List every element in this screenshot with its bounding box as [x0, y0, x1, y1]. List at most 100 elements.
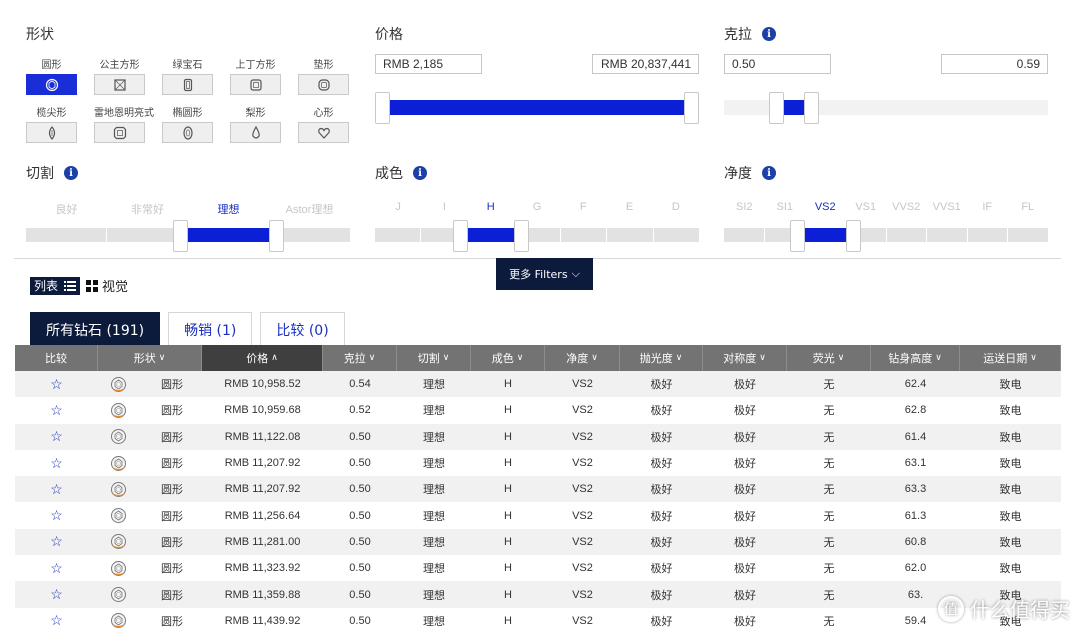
cell-compare[interactable]: ☆ [15, 608, 98, 631]
table-row[interactable]: ☆ 圆形 RMB 11,281.00 0.50 理想 H VS2 极好 极好 无 60.8 致电 [15, 528, 1061, 556]
column-header-symmetry[interactable]: 对称度 ∨ [703, 345, 787, 371]
shape-button[interactable] [298, 122, 349, 143]
cell-compare[interactable]: ☆ [15, 371, 98, 397]
shape-option[interactable]: 梨形 [230, 107, 281, 143]
cut-info-icon[interactable]: i [64, 166, 78, 180]
star-icon[interactable]: ☆ [50, 402, 63, 419]
shape-option[interactable]: 圆形 [26, 59, 77, 95]
cell-compare[interactable]: ☆ [15, 502, 98, 528]
shape-option[interactable]: 公主方形 [94, 59, 145, 95]
cut-grade-label[interactable]: 理想 [188, 201, 269, 217]
tab-compare[interactable]: 比较 (0) [260, 312, 345, 346]
clarity-grade-label[interactable]: VS1 [846, 201, 887, 213]
shape-button[interactable] [94, 74, 145, 95]
column-header-fluor[interactable]: 荧光 ∨ [787, 345, 871, 371]
cell-compare[interactable]: ☆ [15, 555, 98, 581]
cut-grade-label[interactable]: 良好 [26, 201, 107, 217]
table-row[interactable]: ☆ 圆形 RMB 11,207.92 0.50 理想 H VS2 极好 极好 无 63.1 致电 [15, 450, 1061, 476]
shape-button[interactable] [26, 122, 77, 143]
carat-max-input[interactable]: 0.59 [941, 54, 1048, 74]
more-filters-button[interactable]: 更多 Filters ⌵ [496, 258, 593, 290]
shape-option[interactable]: 绿宝石 [162, 59, 213, 95]
price-max-handle[interactable] [684, 92, 699, 124]
star-icon[interactable]: ☆ [50, 376, 63, 393]
column-header-compare[interactable]: 比较 [15, 345, 98, 371]
cell-compare[interactable]: ☆ [15, 581, 98, 607]
star-icon[interactable]: ☆ [50, 428, 63, 445]
column-header-color[interactable]: 成色 ∨ [471, 345, 545, 371]
table-row[interactable]: ☆ 圆形 RMB 11,323.92 0.50 理想 H VS2 极好 极好 无 62.0 致电 [15, 555, 1061, 581]
clarity-grade-label[interactable]: FL [1008, 201, 1049, 213]
column-header-price[interactable]: 价格 ∧ [202, 345, 323, 371]
carat-min-handle[interactable] [769, 92, 785, 124]
column-header-carat[interactable]: 克拉 ∨ [323, 345, 397, 371]
color-grade-label[interactable]: I [421, 201, 467, 213]
clarity-grade-label[interactable]: SI2 [724, 201, 765, 213]
star-icon[interactable]: ☆ [50, 455, 63, 472]
column-header-ship[interactable]: 运送日期 ∨ [960, 345, 1061, 371]
table-row[interactable]: ☆ 圆形 RMB 11,256.64 0.50 理想 H VS2 极好 极好 无 61.3 致电 [15, 502, 1061, 528]
star-icon[interactable]: ☆ [50, 507, 63, 524]
shape-option[interactable]: 心形 [298, 107, 349, 143]
cut-grade-label[interactable]: Astor理想 [269, 201, 350, 217]
column-header-cut[interactable]: 切割 ∨ [397, 345, 471, 371]
carat-info-icon[interactable]: i [762, 27, 776, 41]
column-header-clarity[interactable]: 净度 ∨ [545, 345, 620, 371]
shape-option[interactable]: 垫形 [298, 59, 349, 95]
shape-option[interactable]: 椭圆形 [162, 107, 213, 143]
price-min-input[interactable]: RMB 2,185 [375, 54, 482, 74]
cut-max-handle[interactable] [269, 220, 284, 252]
table-row[interactable]: ☆ 圆形 RMB 10,959.68 0.52 理想 H VS2 极好 极好 无 62.8 致电 [15, 397, 1061, 423]
shape-option[interactable]: 上丁方形 [230, 59, 281, 95]
clarity-info-icon[interactable]: i [762, 166, 776, 180]
tab-bestsellers[interactable]: 畅销 (1) [168, 312, 253, 346]
shape-button[interactable] [26, 74, 77, 95]
carat-max-handle[interactable] [803, 92, 819, 124]
tab-all-diamonds[interactable]: 所有钻石 (191) [30, 312, 161, 346]
price-max-input[interactable]: RMB 20,837,441 [592, 54, 699, 74]
star-icon[interactable]: ☆ [50, 560, 63, 577]
table-row[interactable]: ☆ 圆形 RMB 11,439.92 0.50 理想 H VS2 极好 极好无 59.4 致电 [15, 608, 1061, 631]
clarity-grade-label[interactable]: VVS2 [886, 201, 927, 213]
color-grade-label[interactable]: J [375, 201, 421, 213]
shape-button[interactable] [230, 74, 281, 95]
clarity-grade-label[interactable]: VS2 [805, 201, 846, 213]
color-grade-label[interactable]: F [560, 201, 606, 213]
table-row[interactable]: ☆ 圆形 RMB 10,958.52 0.54 理想 H VS2 极好 极好 无 62.4 致电 [15, 371, 1061, 398]
table-row[interactable]: ☆ 圆形 RMB 11,359.88 0.50 理想 H VS2 极好 极好无 63. 致电 [15, 581, 1061, 608]
color-grade-label[interactable]: G [514, 201, 560, 213]
cell-compare[interactable]: ☆ [15, 397, 98, 423]
star-icon[interactable]: ☆ [50, 586, 63, 603]
price-min-handle[interactable] [375, 92, 390, 124]
column-header-depth[interactable]: 钻身高度 ∨ [871, 345, 960, 371]
cell-compare[interactable]: ☆ [15, 529, 98, 555]
cell-compare[interactable]: ☆ [15, 476, 98, 502]
column-header-polish[interactable]: 抛光度 ∨ [620, 345, 703, 371]
cell-compare[interactable]: ☆ [15, 424, 98, 450]
cut-min-handle[interactable] [173, 220, 188, 252]
cell-compare[interactable]: ☆ [15, 450, 98, 476]
shape-button[interactable] [94, 122, 145, 143]
table-row[interactable]: ☆ 圆形 RMB 11,122.08 0.50 理想 H VS2 极好 极好 无 61.4 致电 [15, 423, 1061, 450]
color-info-icon[interactable]: i [413, 166, 427, 180]
star-icon[interactable]: ☆ [50, 481, 63, 498]
shape-button[interactable] [162, 122, 213, 143]
shape-button[interactable] [162, 74, 213, 95]
shape-button[interactable] [230, 122, 281, 143]
list-view-button[interactable]: 列表 [30, 276, 81, 295]
shape-option[interactable]: 雷地恩明亮式 [94, 107, 154, 143]
carat-min-input[interactable]: 0.50 [724, 54, 831, 74]
color-grade-label[interactable]: D [653, 201, 699, 213]
clarity-grade-label[interactable]: IF [967, 201, 1008, 213]
color-grade-label[interactable]: E [606, 201, 652, 213]
color-max-handle[interactable] [513, 220, 529, 252]
star-icon[interactable]: ☆ [50, 612, 63, 629]
star-icon[interactable]: ☆ [50, 533, 63, 550]
cut-grade-label[interactable]: 非常好 [107, 201, 188, 217]
shape-button[interactable] [298, 74, 349, 95]
clarity-grade-label[interactable]: VVS1 [927, 201, 968, 213]
clarity-min-handle[interactable] [790, 220, 805, 252]
color-grade-label[interactable]: H [468, 201, 514, 213]
color-min-handle[interactable] [452, 220, 468, 252]
shape-option[interactable]: 榄尖形 [26, 107, 77, 143]
